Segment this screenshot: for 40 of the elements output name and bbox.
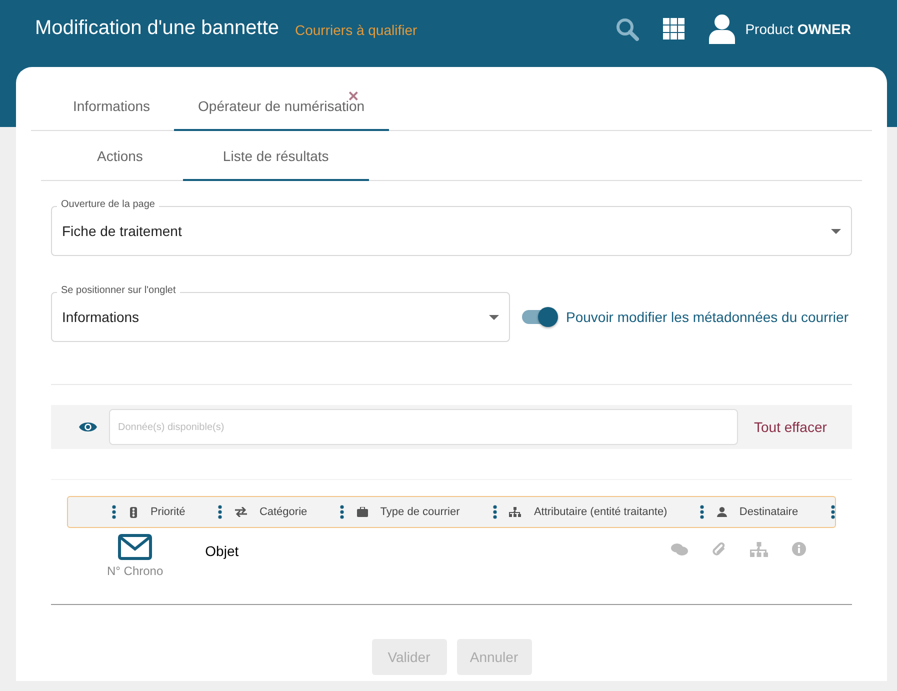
chrono-label: N° Chrono xyxy=(107,564,164,578)
search-icon[interactable] xyxy=(615,16,640,40)
drag-handle-icon[interactable] xyxy=(830,505,835,519)
apps-grid-icon[interactable] xyxy=(663,18,686,40)
hierarchy-icon xyxy=(509,507,522,517)
swap-arrows-icon xyxy=(234,507,247,517)
tab[interactable]: Opérateur de numérisation × xyxy=(174,81,389,131)
column-label: Attributaire (entité traitante) xyxy=(534,506,668,518)
clear-all-link[interactable]: Tout effacer xyxy=(754,419,830,435)
column-label: Catégorie xyxy=(259,506,308,518)
toggle-switch[interactable] xyxy=(522,310,556,324)
tab[interactable]: Informations xyxy=(49,81,174,131)
drag-handle-icon[interactable] xyxy=(492,505,496,519)
user-name[interactable]: Product OWNER xyxy=(745,20,851,36)
person-icon xyxy=(716,507,727,517)
drag-handle-icon[interactable] xyxy=(112,505,116,519)
user-icon[interactable] xyxy=(709,14,736,44)
briefcase-icon xyxy=(356,507,368,517)
drag-handle-icon[interactable] xyxy=(700,505,704,519)
paperclip-icon[interactable] xyxy=(712,542,726,556)
drag-handle-icon[interactable] xyxy=(340,505,344,519)
field-label: Ouverture de la page xyxy=(57,199,159,210)
page-title: Modification d'une bannette xyxy=(35,17,279,40)
tab[interactable]: Liste de résultats xyxy=(182,131,369,181)
column-label: Destinataire xyxy=(739,506,798,518)
column-label: Type de courrier xyxy=(380,506,460,518)
envelope-icon xyxy=(118,534,152,560)
eye-icon[interactable] xyxy=(79,421,97,433)
subject-label: Objet xyxy=(205,543,239,559)
page-subtitle: Courriers à qualifier xyxy=(295,22,418,38)
traffic-light-icon xyxy=(128,506,138,518)
caret-icon xyxy=(489,314,499,320)
close-icon[interactable]: × xyxy=(348,87,359,105)
toggle-label: Pouvoir modifier les métadonnées du courrier xyxy=(566,309,848,325)
caret-icon xyxy=(831,228,841,234)
column-label: Priorité xyxy=(150,506,186,518)
tab[interactable]: Actions xyxy=(57,131,183,181)
field-label: Se positionner sur l'onglet xyxy=(57,285,180,296)
drag-handle-icon[interactable] xyxy=(218,505,222,519)
input-field[interactable]: Donnée(s) disponible(s) xyxy=(109,409,738,445)
